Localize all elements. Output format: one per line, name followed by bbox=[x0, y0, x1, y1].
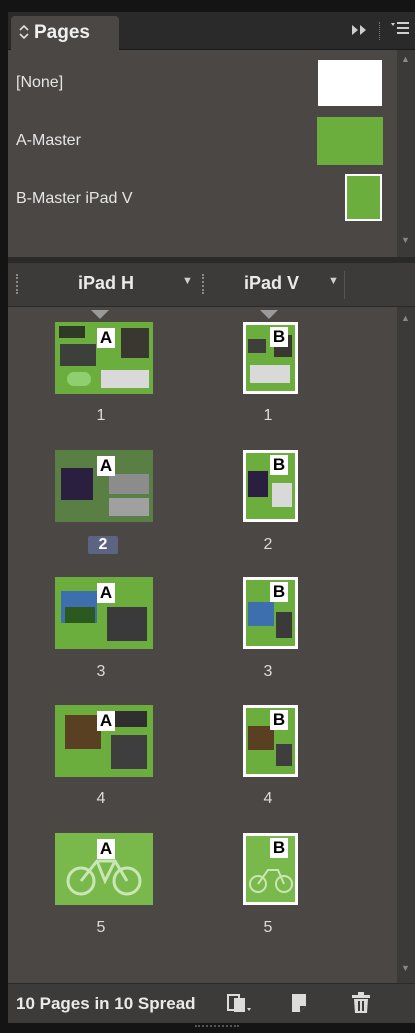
page-number: 3 bbox=[96, 663, 106, 680]
master-item-a[interactable]: A-Master bbox=[8, 112, 388, 170]
scroll-up-icon[interactable]: ▲ bbox=[401, 313, 410, 323]
page-thumbnail-h-4[interactable]: A bbox=[55, 705, 153, 777]
page-thumbnail-v-2[interactable]: B bbox=[243, 450, 298, 522]
double-arrow-icon[interactable] bbox=[351, 23, 369, 40]
master-letter-b: B bbox=[270, 327, 288, 347]
drag-grip-icon[interactable] bbox=[202, 274, 206, 294]
master-letter-a: A bbox=[97, 839, 115, 859]
page-number: 4 bbox=[96, 790, 106, 807]
master-letter-a: A bbox=[97, 583, 115, 603]
master-item-none[interactable]: [None] bbox=[8, 54, 388, 112]
master-letter-b: B bbox=[270, 838, 288, 858]
page-size-icon[interactable] bbox=[226, 992, 252, 1019]
panel-footer: 10 Pages in 10 Spread bbox=[8, 983, 415, 1023]
page-number: 1 bbox=[96, 407, 106, 424]
page-number: 5 bbox=[96, 919, 106, 936]
master-letter-a: A bbox=[97, 711, 115, 731]
toolbar-separator bbox=[379, 22, 381, 40]
master-thumbnail bbox=[317, 117, 383, 165]
column-label-ipad-v[interactable]: iPad V bbox=[244, 273, 299, 294]
page-thumbnail-h-5[interactable]: A bbox=[55, 833, 153, 905]
master-item-b[interactable]: B-Master iPad V bbox=[8, 170, 388, 228]
page-thumbnail-h-1[interactable]: A bbox=[55, 322, 153, 394]
resize-grip[interactable] bbox=[195, 1025, 239, 1031]
master-name: B-Master iPad V bbox=[16, 190, 133, 207]
current-page-marker-icon bbox=[91, 310, 109, 319]
page-count-status: 10 Pages in 10 Spread bbox=[16, 994, 196, 1013]
master-name: [None] bbox=[16, 74, 64, 91]
master-thumbnail bbox=[318, 60, 382, 106]
master-letter-b: B bbox=[270, 582, 288, 602]
page-number: 2 bbox=[263, 536, 273, 553]
page-thumbnail-v-3[interactable]: B bbox=[243, 577, 298, 649]
page-number: 3 bbox=[263, 663, 273, 680]
page-thumbnail-v-5[interactable]: B bbox=[243, 833, 298, 905]
collapse-expand-icon[interactable] bbox=[19, 24, 29, 42]
pages-grid: A B 1 1 A B 2 2 A B 3 3 A B 4 4 A B 5 5 … bbox=[8, 307, 415, 983]
scroll-down-icon[interactable]: ▼ bbox=[401, 235, 410, 245]
current-page-marker-icon bbox=[260, 310, 278, 319]
page-number: 1 bbox=[263, 407, 273, 424]
page-number: 4 bbox=[263, 790, 273, 807]
chevron-down-icon[interactable]: ▼ bbox=[182, 275, 193, 287]
master-pages-section: [None] A-Master B-Master iPad V ▲ ▼ bbox=[8, 50, 415, 257]
page-number: 5 bbox=[263, 919, 273, 936]
master-letter-a: A bbox=[97, 456, 115, 476]
pages-panel: Pages [None] A-Master B-Master iPad V ▲ … bbox=[0, 0, 415, 1033]
column-divider bbox=[344, 271, 345, 299]
tab-label: Pages bbox=[34, 22, 90, 43]
tab-pages[interactable]: Pages bbox=[11, 16, 119, 50]
master-letter-b: B bbox=[270, 455, 288, 475]
master-name: A-Master bbox=[16, 132, 81, 149]
pages-scrollbar[interactable]: ▲ ▼ bbox=[397, 307, 415, 983]
scroll-down-icon[interactable]: ▼ bbox=[401, 963, 410, 973]
page-thumbnail-h-2[interactable]: A bbox=[55, 450, 153, 522]
master-letter-b: B bbox=[270, 710, 288, 730]
page-thumbnail-h-3[interactable]: A bbox=[55, 577, 153, 649]
page-thumbnail-v-4[interactable]: B bbox=[243, 705, 298, 777]
master-letter-a: A bbox=[97, 328, 115, 348]
panel-menu-icon[interactable] bbox=[391, 21, 409, 40]
master-thumbnail bbox=[345, 174, 382, 221]
scroll-up-icon[interactable]: ▲ bbox=[401, 54, 410, 64]
drag-grip-icon[interactable] bbox=[16, 274, 20, 294]
page-thumbnail-v-1[interactable]: B bbox=[243, 322, 298, 394]
master-scrollbar[interactable]: ▲ ▼ bbox=[397, 50, 415, 257]
layout-column-header: iPad H ▼ iPad V ▼ bbox=[8, 263, 415, 307]
new-page-icon[interactable] bbox=[290, 992, 312, 1019]
page-number-selected: 2 bbox=[88, 536, 118, 554]
panel-tab-bar: Pages bbox=[8, 12, 415, 50]
trash-icon[interactable] bbox=[350, 992, 372, 1019]
column-label-ipad-h[interactable]: iPad H bbox=[78, 273, 134, 294]
chevron-down-icon[interactable]: ▼ bbox=[328, 275, 339, 287]
